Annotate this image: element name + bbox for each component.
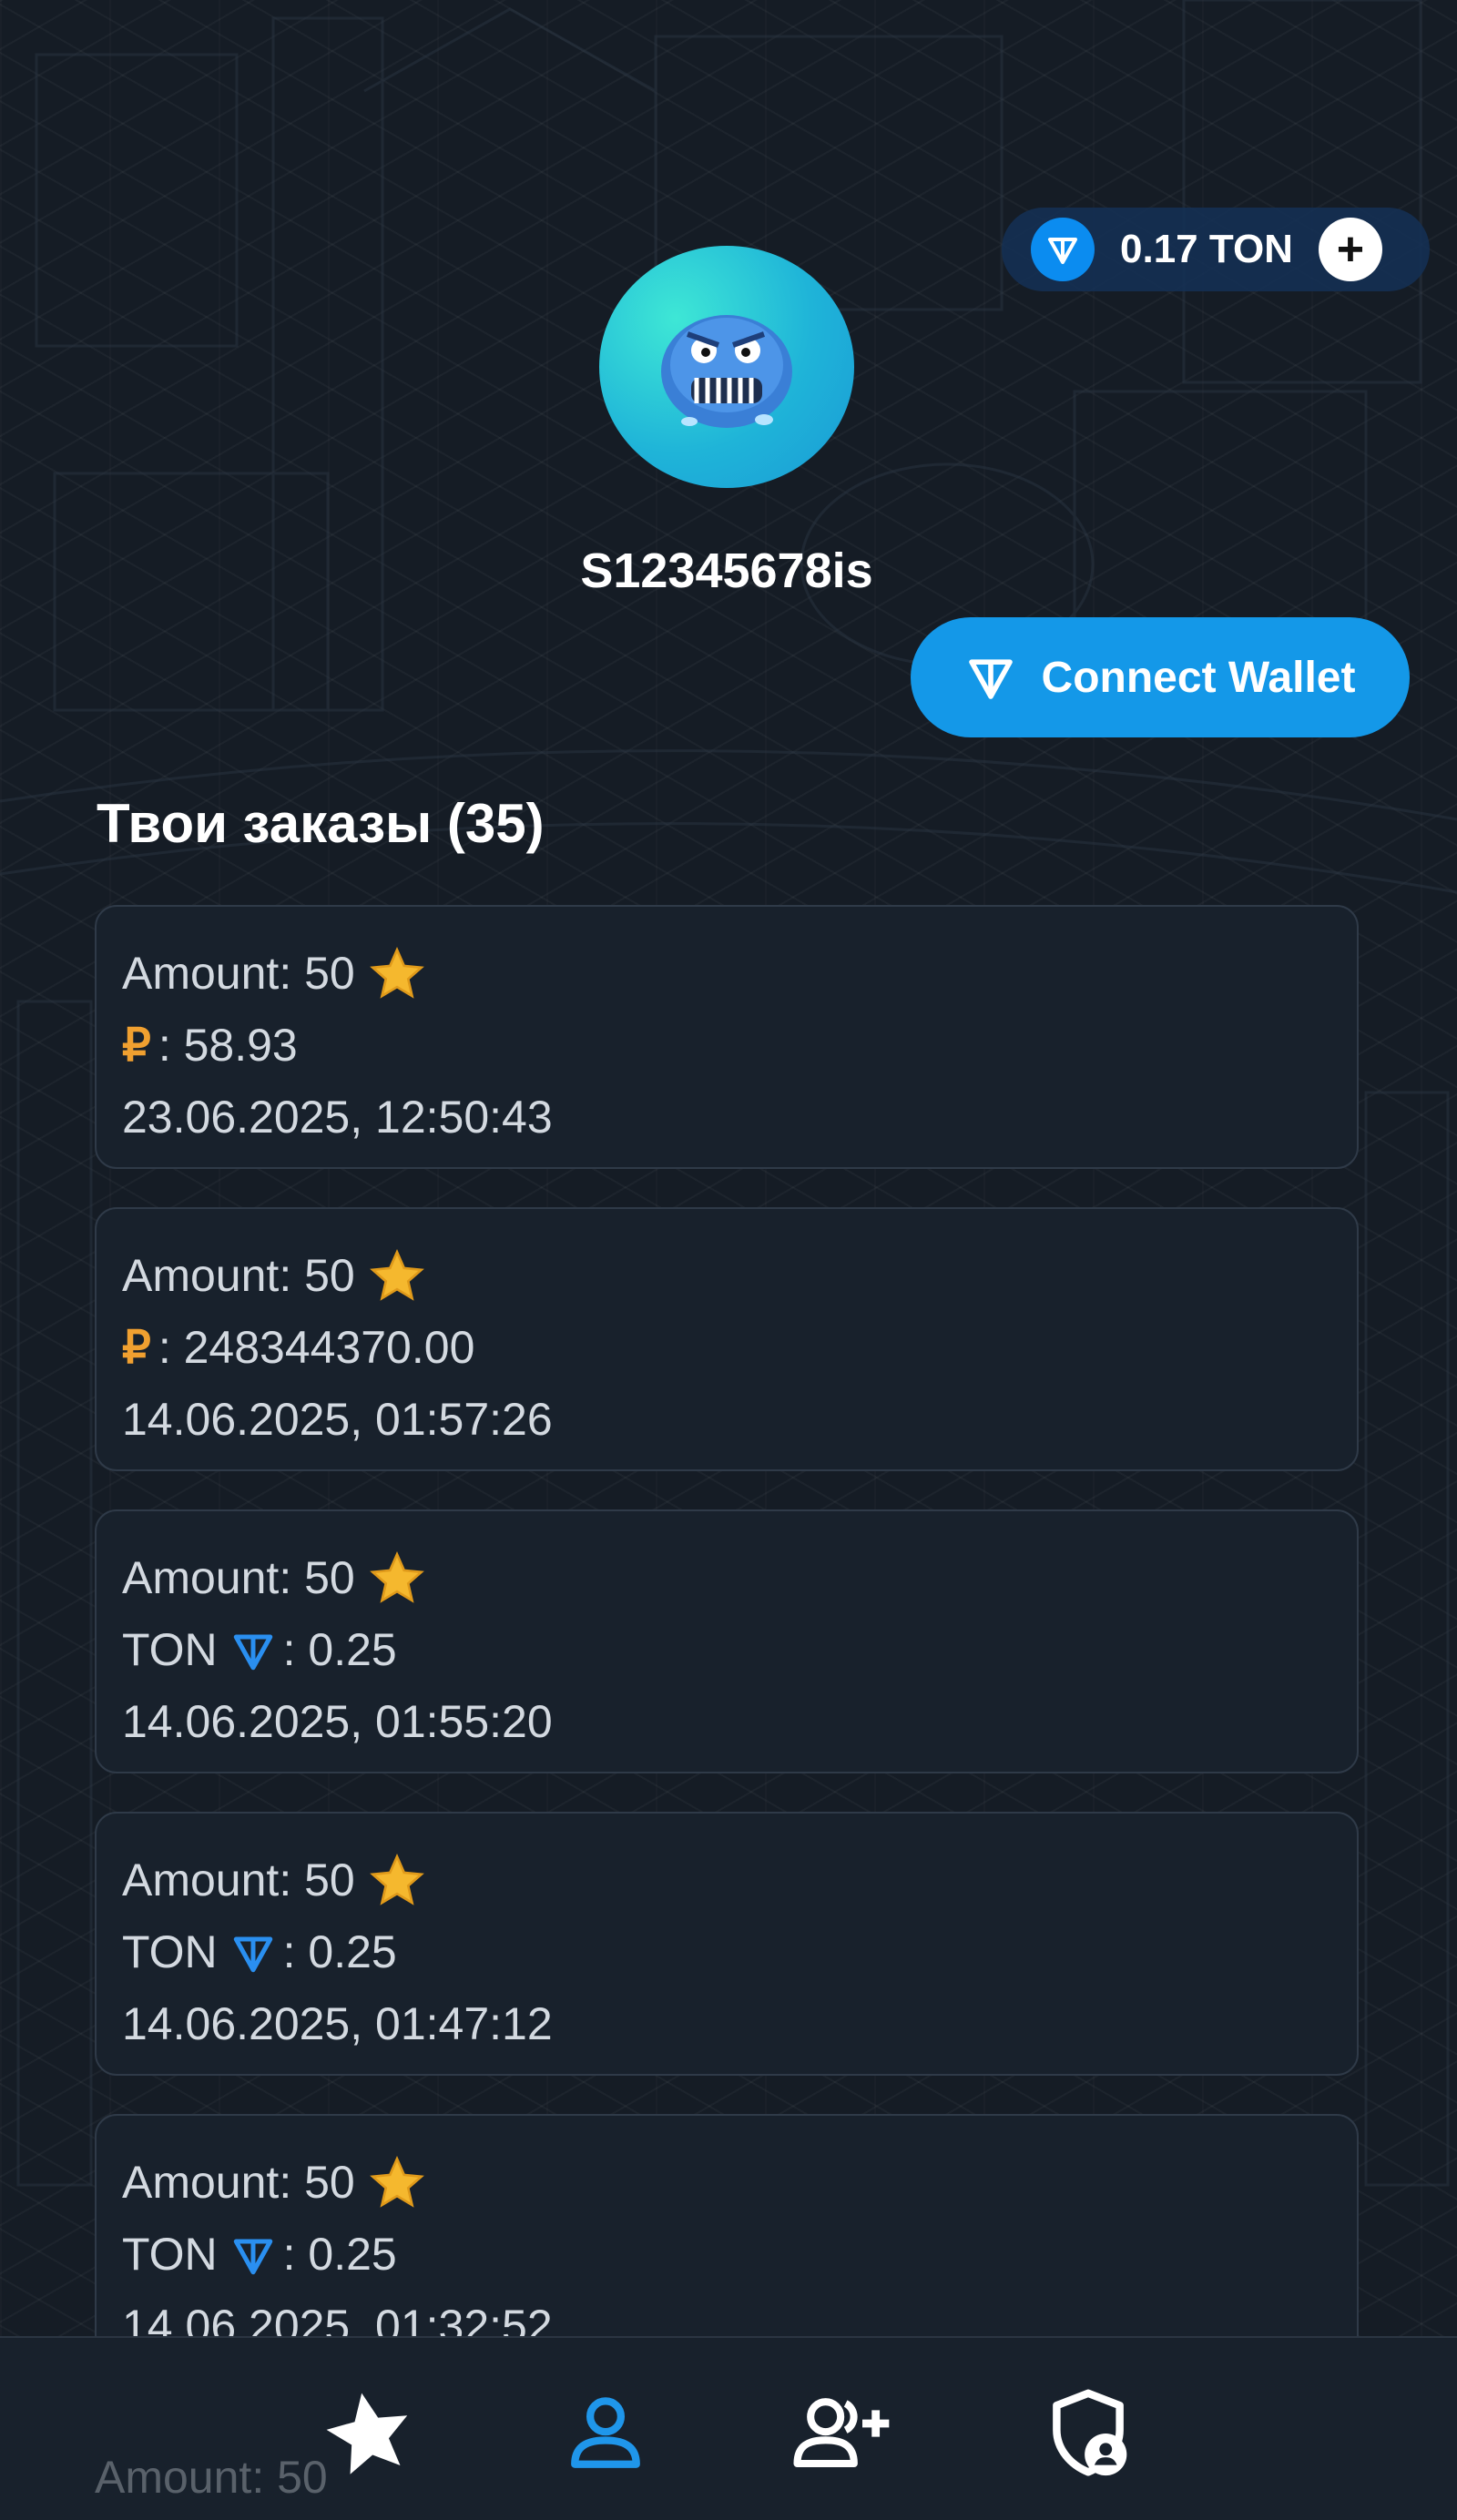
order-date: 14.06.2025, 01:57:26 <box>122 1394 553 1445</box>
star-icon <box>368 1247 426 1306</box>
order-price-line: ₽ : 248344370.00 <box>122 1312 1357 1384</box>
order-amount: Amount: 50 <box>122 2157 355 2208</box>
orders-title: Твои заказы (35) <box>97 793 545 854</box>
blob-character-icon <box>661 315 792 428</box>
orders-list: Amount: 50 ₽ : 58.93 23.06.2025, 12:50:4… <box>95 905 1359 2416</box>
order-amount: Amount: 50 <box>122 1552 355 1603</box>
ton-icon <box>230 2232 276 2278</box>
app-page: 0.17 TON + S12345678is Connect Wallet Тв… <box>0 0 1457 2520</box>
nav-star-icon[interactable] <box>319 2383 419 2484</box>
order-price-line: TON : 0.25 <box>122 1916 1357 1988</box>
order-price: : 58.93 <box>158 1020 298 1071</box>
order-amount: Amount: 50 <box>95 2452 328 2503</box>
star-icon <box>326 2393 408 2474</box>
order-amount-line: Amount: 50 <box>122 1542 1357 1614</box>
ton-icon <box>968 659 1013 699</box>
order-card[interactable]: Amount: 50 ₽ : 248344370.00 14.06.2025, … <box>95 1207 1359 1471</box>
order-amount-line: Amount: 50 <box>122 1240 1357 1312</box>
order-amount-line: Amount: 50 <box>122 1844 1357 1916</box>
nav-admin-shield-icon[interactable] <box>1038 2383 1138 2484</box>
bottom-nav: Amount: 50 <box>0 2336 1457 2520</box>
plus-icon[interactable]: + <box>1318 218 1382 281</box>
connect-wallet-label: Connect Wallet <box>1041 653 1356 702</box>
order-amount-line: Amount: 50 <box>122 2147 1357 2219</box>
ton-icon <box>230 1930 276 1976</box>
order-price: : 0.25 <box>282 2229 397 2280</box>
order-card[interactable]: Amount: 50 ₽ : 58.93 23.06.2025, 12:50:4… <box>95 905 1359 1169</box>
order-amount-line: Amount: 50 <box>122 938 1357 1010</box>
admin-shield-icon <box>1053 2389 1127 2476</box>
username: S12345678is <box>580 544 873 598</box>
star-icon <box>368 2154 426 2212</box>
order-date: 23.06.2025, 12:50:43 <box>122 1092 553 1143</box>
order-price: : 0.25 <box>282 1624 397 1675</box>
order-date: 14.06.2025, 01:47:12 <box>122 1998 553 2049</box>
order-currency: TON <box>122 1624 218 1675</box>
order-card[interactable]: Amount: 50 TON : 0.25 14.06.2025, 01:47:… <box>95 1812 1359 2076</box>
star-icon <box>368 1550 426 1608</box>
star-icon <box>368 945 426 1003</box>
ton-icon <box>230 1628 276 1673</box>
connect-wallet-button[interactable]: Connect Wallet <box>911 617 1410 737</box>
profile-icon <box>571 2397 640 2468</box>
star-icon <box>368 1852 426 1910</box>
order-price: : 248344370.00 <box>158 1322 475 1373</box>
ton-balance-value: 0.17 TON <box>1120 227 1293 271</box>
nav-add-friend-icon[interactable] <box>792 2383 892 2484</box>
ton-balance-pill[interactable]: 0.17 TON + <box>1002 208 1430 291</box>
avatar <box>599 246 854 488</box>
order-price-line: TON : 0.25 <box>122 2219 1357 2291</box>
ruble-icon: ₽ <box>122 1322 151 1373</box>
order-amount: Amount: 50 <box>122 1250 355 1301</box>
order-currency: TON <box>122 1926 218 1977</box>
nav-profile-icon[interactable] <box>555 2383 656 2484</box>
order-price-line: ₽ : 58.93 <box>122 1010 1357 1082</box>
ton-icon <box>1031 218 1095 281</box>
ruble-icon: ₽ <box>122 1020 151 1071</box>
order-price-line: TON : 0.25 <box>122 1614 1357 1686</box>
order-currency: TON <box>122 2229 218 2280</box>
order-amount: Amount: 50 <box>122 948 355 999</box>
order-price: : 0.25 <box>282 1926 397 1977</box>
order-card-peek: Amount: 50 <box>95 2451 328 2504</box>
add-friend-icon <box>793 2398 890 2468</box>
order-date: 14.06.2025, 01:55:20 <box>122 1696 553 1747</box>
order-card[interactable]: Amount: 50 TON : 0.25 14.06.2025, 01:55:… <box>95 1509 1359 1773</box>
order-amount: Amount: 50 <box>122 1854 355 1905</box>
